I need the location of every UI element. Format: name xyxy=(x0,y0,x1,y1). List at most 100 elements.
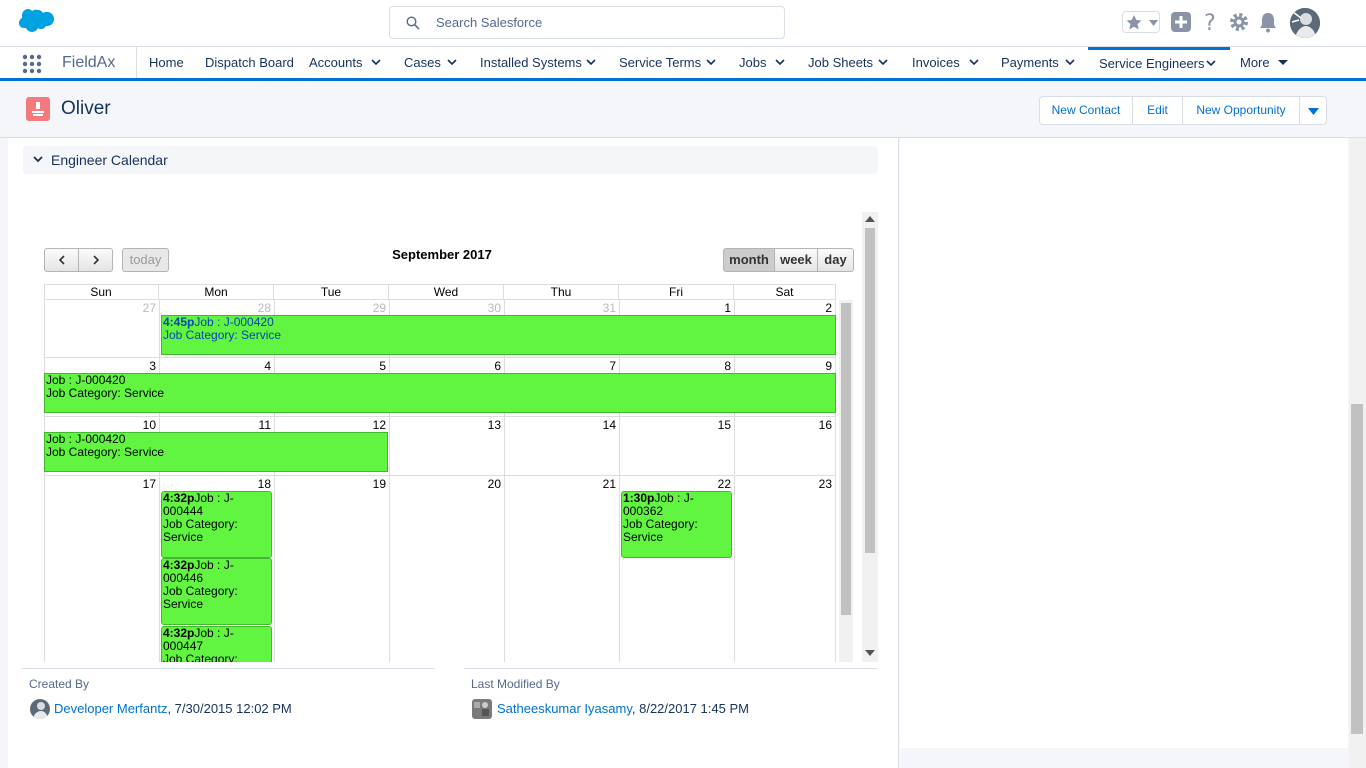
day-number: 11 xyxy=(258,418,271,432)
scrollbar-thumb[interactable] xyxy=(1351,404,1363,734)
nav-item-service-terms[interactable]: Service Terms xyxy=(619,47,719,78)
main-column: Engineer Calendar today September 2017 m… xyxy=(8,138,899,768)
salesforce-logo-icon[interactable] xyxy=(14,8,56,38)
month-view-button[interactable]: month xyxy=(723,248,775,272)
modified-date: , 8/22/2017 1:45 PM xyxy=(631,701,749,716)
nav-item-home[interactable]: Home xyxy=(149,47,184,78)
chevron-down-icon[interactable] xyxy=(1206,60,1216,67)
caret-down-icon[interactable] xyxy=(1278,59,1288,66)
created-date: , 7/30/2015 12:02 PM xyxy=(167,701,292,716)
engineer-calendar: today September 2017 month week day Sun … xyxy=(36,212,878,662)
notifications-bell-icon[interactable] xyxy=(1257,11,1279,33)
scrollbar-thumb[interactable] xyxy=(865,228,875,553)
day-number: 10 xyxy=(142,418,156,432)
chevron-down-icon[interactable] xyxy=(878,59,888,66)
day-header: Fri xyxy=(619,285,734,299)
add-icon[interactable] xyxy=(1170,11,1192,33)
nav-item-invoices[interactable]: Invoices xyxy=(912,47,987,78)
nav-item-cases[interactable]: Cases xyxy=(404,47,464,78)
calendar-event[interactable]: 4:32pJob : J-000447 Job Category: Servic… xyxy=(161,626,272,662)
nav-item-dispatch-board[interactable]: Dispatch Board xyxy=(205,47,294,78)
app-name: FieldAx xyxy=(62,54,116,71)
more-actions-button[interactable] xyxy=(1299,96,1327,125)
day-number: 7 xyxy=(609,359,616,373)
day-cell[interactable]: 17 xyxy=(44,476,159,662)
event-title: Job : J-000420 xyxy=(46,373,126,387)
day-header: Sun xyxy=(44,285,159,299)
nav-label: Accounts xyxy=(309,55,363,70)
day-cell[interactable]: 16 xyxy=(734,417,836,475)
nav-label: Service Terms xyxy=(619,55,702,70)
day-cell[interactable]: 13 xyxy=(389,417,504,475)
modifier-link[interactable]: Satheeskumar Iyasamy xyxy=(497,701,632,716)
global-header: Search Salesforce ? xyxy=(0,0,1366,46)
event-time: 4:45p xyxy=(163,315,195,329)
chevron-down-icon[interactable] xyxy=(775,59,785,66)
event-category: Job Category: Service xyxy=(163,652,238,663)
day-number: 14 xyxy=(602,418,616,432)
week-row: 17 18 19 20 21 22 23 4:32pJob : J-000444… xyxy=(44,476,836,662)
app-nav-bar: FieldAx Home Dispatch Board Accounts Cas… xyxy=(0,46,1366,81)
new-contact-button[interactable]: New Contact xyxy=(1039,96,1133,125)
calendar-inner-scrollbar[interactable] xyxy=(839,300,853,662)
help-icon[interactable]: ? xyxy=(1199,11,1221,33)
search-input[interactable]: Search Salesforce xyxy=(389,6,785,39)
nav-item-payments[interactable]: Payments xyxy=(1001,47,1081,78)
nav-item-service-engineers[interactable]: Service Engineers xyxy=(1088,47,1230,78)
event-category: Job Category: Service xyxy=(163,584,238,611)
day-cell[interactable]: 20 xyxy=(389,476,504,662)
section-title: Engineer Calendar xyxy=(51,152,168,168)
nav-label: Payments xyxy=(1001,55,1059,70)
scroll-up-icon[interactable] xyxy=(865,216,875,222)
nav-item-jobs[interactable]: Jobs xyxy=(739,47,789,78)
chevron-down-icon[interactable] xyxy=(586,59,596,66)
day-cell[interactable]: 21 xyxy=(504,476,619,662)
chevron-down-icon[interactable] xyxy=(969,59,979,66)
user-avatar[interactable] xyxy=(1290,8,1320,38)
created-by-field: Created By Developer Merfantz, 7/30/2015… xyxy=(22,668,434,738)
chevron-down-icon[interactable] xyxy=(371,59,381,66)
nav-item-job-sheets[interactable]: Job Sheets xyxy=(808,47,893,78)
calendar-frame-scrollbar[interactable] xyxy=(862,212,878,662)
chevron-down-icon[interactable] xyxy=(33,156,43,163)
day-cell[interactable]: 19 xyxy=(274,476,389,662)
creator-link[interactable]: Developer Merfantz xyxy=(54,701,167,716)
created-by-label: Created By xyxy=(29,677,90,691)
day-number: 15 xyxy=(717,418,731,432)
nav-item-accounts[interactable]: Accounts xyxy=(309,47,389,78)
page-scrollbar[interactable] xyxy=(1349,138,1366,768)
nav-item-installed-systems[interactable]: Installed Systems xyxy=(480,47,600,78)
favorites-button[interactable] xyxy=(1122,11,1160,33)
app-launcher-icon[interactable] xyxy=(22,54,42,74)
day-cell[interactable]: 23 xyxy=(734,476,836,662)
event-time: 4:32p xyxy=(163,491,195,505)
scroll-down-icon[interactable] xyxy=(865,650,875,656)
day-view-button[interactable]: day xyxy=(817,248,854,272)
scrollbar-thumb[interactable] xyxy=(841,303,851,615)
day-cell[interactable]: 15 xyxy=(619,417,734,475)
nav-item-more[interactable]: More xyxy=(1240,47,1290,78)
calendar-event[interactable]: 1:30pJob : J-000362 Job Category: Servic… xyxy=(621,491,732,558)
day-cell[interactable]: 14 xyxy=(504,417,619,475)
calendar-event[interactable]: Job : J-000420 Job Category: Service xyxy=(44,432,388,472)
day-number: 19 xyxy=(372,477,386,491)
calendar-event[interactable]: 4:45pJob : J-000420 Job Category: Servic… xyxy=(161,315,836,355)
calendar-event[interactable]: Job : J-000420 Job Category: Service xyxy=(44,373,836,413)
chevron-down-icon[interactable] xyxy=(706,59,716,66)
day-number: 8 xyxy=(724,359,731,373)
calendar-event[interactable]: 4:32pJob : J-000444 Job Category: Servic… xyxy=(161,491,272,558)
calendar-event[interactable]: 4:32pJob : J-000446 Job Category: Servic… xyxy=(161,558,272,625)
chevron-down-icon[interactable] xyxy=(1065,59,1075,66)
week-view-button[interactable]: week xyxy=(774,248,818,272)
gear-icon[interactable] xyxy=(1228,11,1250,33)
day-number: 30 xyxy=(487,301,501,315)
day-number: 16 xyxy=(818,418,832,432)
modifier-avatar xyxy=(472,699,492,719)
event-time: 4:32p xyxy=(163,626,195,640)
day-number: 13 xyxy=(487,418,501,432)
section-header-engineer-calendar[interactable]: Engineer Calendar xyxy=(23,146,878,174)
day-cell[interactable]: 27 xyxy=(44,300,159,357)
chevron-down-icon[interactable] xyxy=(447,59,457,66)
edit-button[interactable]: Edit xyxy=(1132,96,1183,125)
new-opportunity-button[interactable]: New Opportunity xyxy=(1182,96,1300,125)
